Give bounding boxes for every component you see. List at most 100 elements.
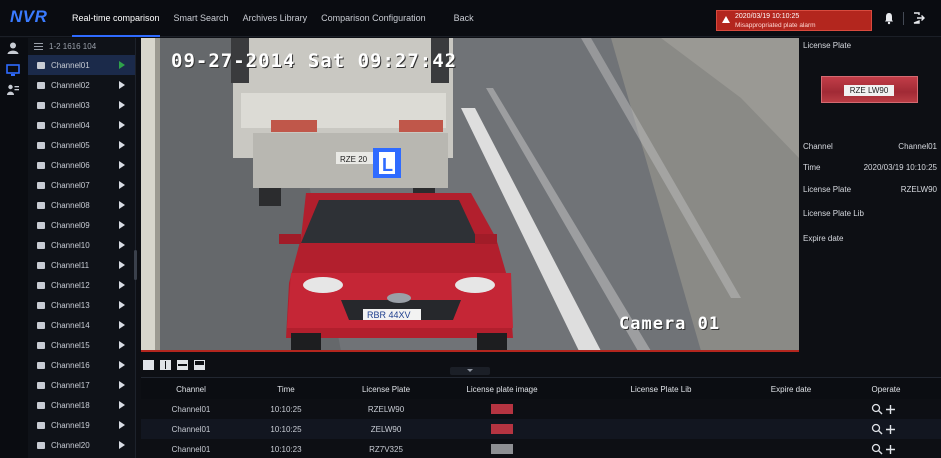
cell-time: 10:10:23 [270,445,302,454]
play-icon[interactable] [119,141,125,149]
plate-thumbnail[interactable] [491,444,513,454]
camera-icon [37,381,45,389]
channel-list-scrollbar[interactable] [134,250,137,280]
channel-label: Channel17 [51,380,90,390]
top-bar: NVR Real-time comparison Smart Search Ar… [0,0,941,37]
channel-label: Channel08 [51,200,90,210]
channel-item[interactable]: Channel08 [28,195,135,215]
play-icon[interactable] [119,321,125,329]
table-row[interactable]: Channel01 10:10:25 RZELW90 [141,399,941,419]
play-icon[interactable] [119,61,125,69]
play-icon[interactable] [119,221,125,229]
camera-icon [37,61,45,69]
channel-item[interactable]: Channel10 [28,235,135,255]
channel-item[interactable]: Channel07 [28,175,135,195]
user-icon[interactable] [6,41,20,55]
search-icon[interactable] [871,423,883,435]
add-icon[interactable] [885,424,896,435]
info-plate-lib: License Plate Lib [803,209,937,218]
channel-item[interactable]: Channel14 [28,315,135,335]
play-icon[interactable] [119,261,125,269]
play-icon[interactable] [119,441,125,449]
nav-back[interactable]: Back [454,0,474,37]
rear-plate-text: RZE 20 [340,155,368,164]
channel-item[interactable]: Channel05 [28,135,135,155]
channel-item[interactable]: Channel03 [28,95,135,115]
info-license-plate-label: License Plate [803,185,852,194]
alarm-icon [722,16,730,23]
camera-icon [37,341,45,349]
play-icon[interactable] [119,201,125,209]
channel-item[interactable]: Channel17 [28,375,135,395]
th-operate: Operate [871,385,901,394]
search-icon[interactable] [871,403,883,415]
channel-item[interactable]: Channel19 [28,415,135,435]
play-icon[interactable] [119,101,125,109]
camera-icon [37,221,45,229]
play-icon[interactable] [119,241,125,249]
nav-real-time-comparison[interactable]: Real-time comparison [72,0,160,37]
video-feed[interactable]: RZE 20 L RBR 44XV 09-27-2014 Sat 09:27:4… [141,38,799,351]
channel-label: Channel16 [51,360,90,370]
nav-smart-search[interactable]: Smart Search [174,0,229,37]
channel-list-header[interactable]: 1-2 1616 104 [28,38,135,55]
play-icon[interactable] [119,421,125,429]
front-plate-text: RBR 44XV [367,310,411,320]
channel-item[interactable]: Channel16 [28,355,135,375]
monitor-icon[interactable] [6,63,20,77]
info-plate-lib-label: License Plate Lib [803,209,864,218]
channel-label: Channel01 [51,60,90,70]
channel-label: Channel11 [51,260,90,270]
collapse-table-button[interactable] [450,367,490,375]
people-icon[interactable] [6,83,20,97]
play-icon[interactable] [119,341,125,349]
channel-item[interactable]: Channel13 [28,295,135,315]
layout-1-icon[interactable] [143,360,154,370]
nav-archives-library[interactable]: Archives Library [243,0,308,37]
play-icon[interactable] [119,181,125,189]
add-icon[interactable] [885,444,896,455]
play-icon[interactable] [119,281,125,289]
nav-comparison-configuration[interactable]: Comparison Configuration [321,0,426,37]
table-row[interactable]: Channel01 10:10:23 RZ7V325 [141,439,941,458]
camera-icon [37,401,45,409]
play-icon[interactable] [119,161,125,169]
channel-item[interactable]: Channel12 [28,275,135,295]
cell-plate: RZELW90 [367,405,405,414]
plate-thumbnail[interactable] [491,404,513,414]
search-icon[interactable] [871,443,883,455]
play-icon[interactable] [119,121,125,129]
camera-icon [37,281,45,289]
layout-3-icon[interactable] [194,360,205,370]
svg-text:L: L [382,155,393,175]
bell-icon[interactable] [882,11,896,25]
channel-item[interactable]: Channel15 [28,335,135,355]
play-icon[interactable] [119,401,125,409]
alarm-notification[interactable]: 2020/03/19 10:10:25 Misappropriated plat… [716,10,872,31]
channel-item[interactable]: Channel09 [28,215,135,235]
th-license-plate-lib: License Plate Lib [630,385,692,394]
channel-item[interactable]: Channel02 [28,75,135,95]
plate-thumbnail[interactable] [491,424,513,434]
add-icon[interactable] [885,404,896,415]
channel-item[interactable]: Channel06 [28,155,135,175]
layout-4-icon[interactable] [160,360,171,370]
play-icon[interactable] [119,381,125,389]
channel-label: Channel02 [51,80,90,90]
th-time: Time [277,385,295,394]
layout-2-icon[interactable] [177,360,188,370]
table-row[interactable]: Channel01 10:10:25 ZELW90 [141,419,941,439]
channel-item[interactable]: Channel01 [28,55,135,75]
channel-item[interactable]: Channel04 [28,115,135,135]
channel-item[interactable]: Channel20 [28,435,135,455]
row-operations [871,422,897,436]
play-icon[interactable] [119,81,125,89]
play-icon[interactable] [119,301,125,309]
channel-item[interactable]: Channel18 [28,395,135,415]
logout-icon[interactable] [912,11,926,25]
camera-icon [37,201,45,209]
channel-item[interactable]: Channel11 [28,255,135,275]
alarm-message: Misappropriated plate alarm [735,22,816,29]
camera-icon [37,321,45,329]
play-icon[interactable] [119,361,125,369]
